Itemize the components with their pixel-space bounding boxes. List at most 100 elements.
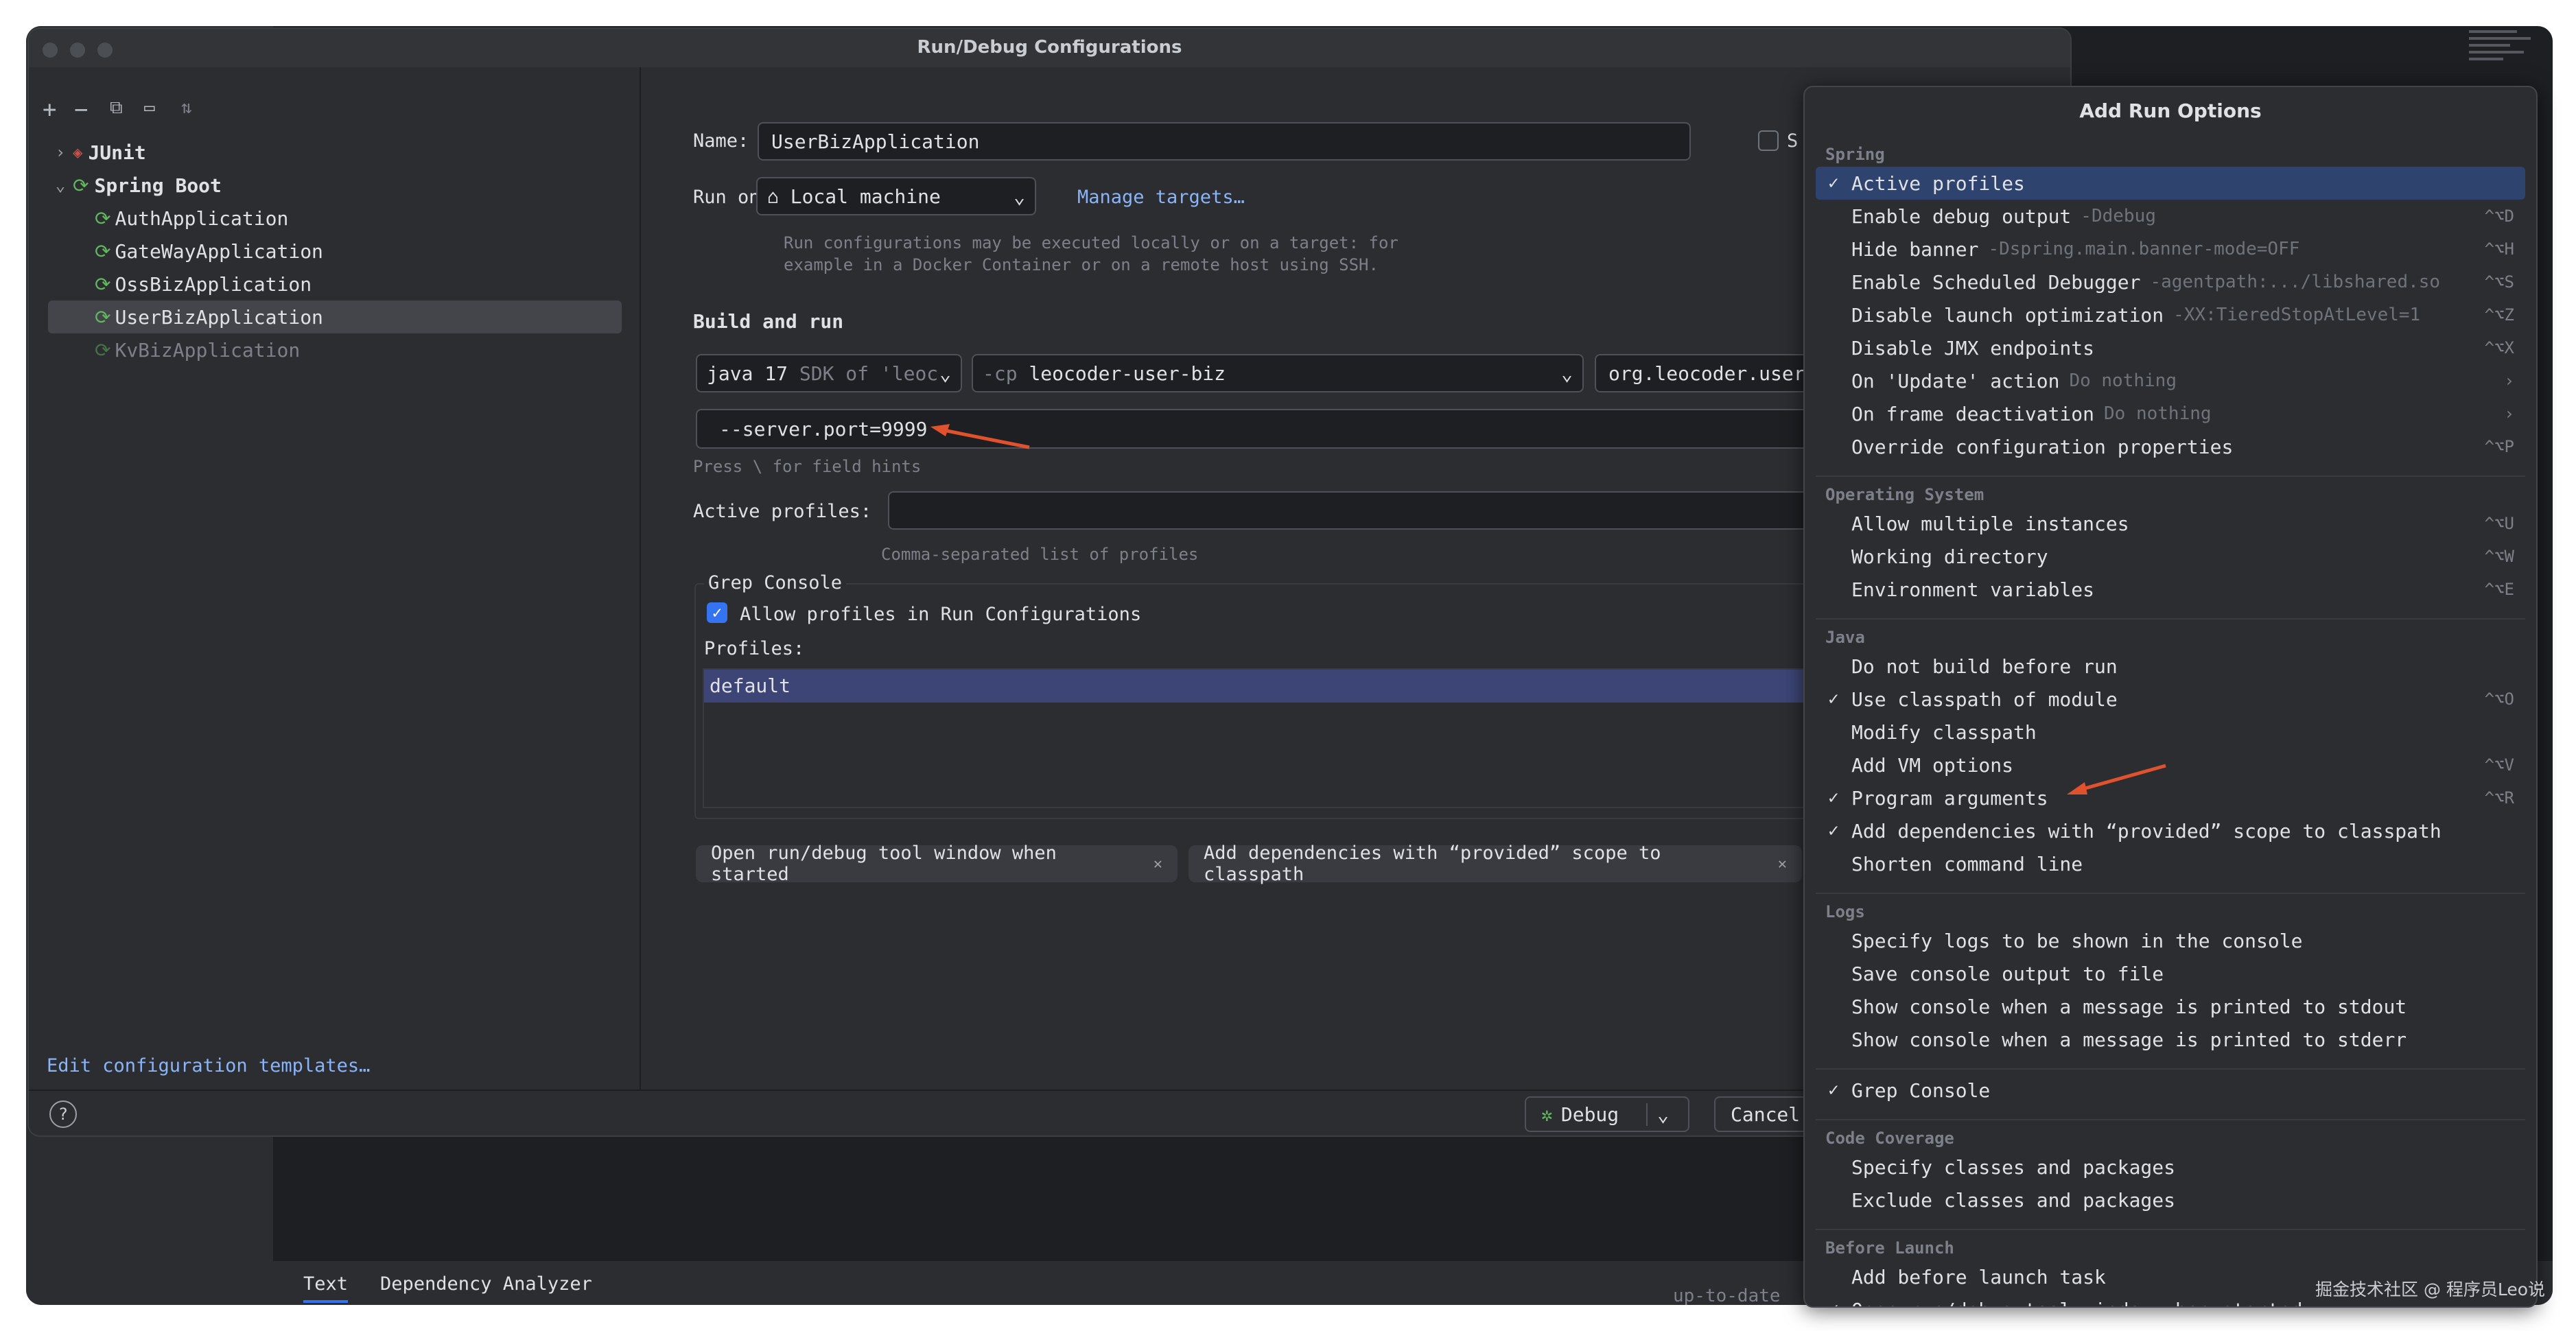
- popup-option[interactable]: Enable debug output -Ddebug ^⌥D: [1816, 200, 2525, 233]
- popup-option-label: Environment variables: [1851, 578, 2095, 601]
- popup-option[interactable]: Allow multiple instances ^⌥U: [1816, 507, 2525, 540]
- tree-item-ossbiz-application[interactable]: ⟳ OssBizApplication: [48, 268, 622, 301]
- chevron-right-icon: ›: [2504, 371, 2514, 390]
- vcs-status-text: up-to-date: [1673, 1286, 1781, 1305]
- chevron-down-icon[interactable]: ⌄: [48, 176, 73, 195]
- popup-option-label: Show console when a message is printed t…: [1851, 995, 2407, 1018]
- popup-option-label: Program arguments: [1851, 786, 2048, 810]
- allow-profiles-label: Allow profiles in Run Configurations: [740, 604, 1142, 625]
- edit-configuration-templates-link[interactable]: Edit configuration templates…: [47, 1055, 370, 1076]
- tree-group-spring-boot[interactable]: ⌄ ⟳ Spring Boot: [48, 169, 622, 202]
- chip-provided-scope[interactable]: Add dependencies with “provided” scope t…: [1189, 843, 1802, 885]
- name-input[interactable]: UserBizApplication: [758, 122, 1691, 161]
- popup-option[interactable]: Disable JMX endpoints ^⌥X: [1816, 331, 2525, 364]
- tree-group-junit[interactable]: › ◈ JUnit: [48, 136, 622, 169]
- checkmark-icon: ✓: [1828, 173, 1839, 193]
- main-class-input[interactable]: org.leocoder.user.biz: [1595, 354, 1828, 392]
- remove-icon[interactable]: −: [74, 96, 88, 123]
- popup-option[interactable]: Specify classes and packages: [1816, 1151, 2525, 1183]
- name-label: Name:: [693, 130, 749, 152]
- popup-option[interactable]: On 'Update' action Do nothing ›: [1816, 364, 2525, 397]
- popup-option[interactable]: Specify logs to be shown in the console: [1816, 924, 2525, 957]
- popup-option[interactable]: ✓ Add dependencies with “provided” scope …: [1816, 814, 2525, 847]
- popup-option[interactable]: ✓ Grep Console: [1816, 1074, 2525, 1107]
- manage-targets-link[interactable]: Manage targets…: [1077, 187, 1245, 208]
- popup-option[interactable]: ✓ Use classpath of module ^⌥O: [1816, 683, 2525, 716]
- active-profiles-hint: Comma-separated list of profiles: [881, 545, 1199, 564]
- popup-option-shortcut: ^⌥S: [2484, 272, 2514, 292]
- popup-option-label: Use classpath of module: [1851, 687, 2118, 711]
- chevron-right-icon: ›: [2504, 404, 2514, 423]
- watermark-text: 掘金技术社区 @ 程序员Leo说: [2315, 1280, 2546, 1299]
- spring-boot-icon: ⟳: [73, 174, 89, 197]
- run-debug-dialog: Run/Debug Configurations + − ⧉ ▭ ⇅ › ◈ J…: [29, 29, 2070, 1135]
- popup-option[interactable]: ✓ Program arguments ^⌥R: [1816, 781, 2525, 814]
- run-on-select[interactable]: ⌂ Local machine ⌄: [756, 177, 1036, 215]
- tab-dependency-analyzer[interactable]: Dependency Analyzer: [380, 1273, 592, 1295]
- popup-option[interactable]: Override configuration properties ^⌥P: [1816, 430, 2525, 463]
- popup-separator: [1816, 475, 2525, 477]
- popup-option[interactable]: Modify classpath: [1816, 716, 2525, 749]
- popup-option-label: Add VM options: [1851, 753, 2014, 777]
- add-icon[interactable]: +: [43, 96, 56, 123]
- sort-icon[interactable]: ⇅: [181, 97, 192, 118]
- tree-item-kvbiz-application[interactable]: ⟳ KvBizApplication: [48, 333, 622, 366]
- popup-option-detail: Do nothing: [2104, 403, 2212, 424]
- close-icon[interactable]: ✕: [1154, 856, 1162, 873]
- popup-option[interactable]: Do not build before run: [1816, 650, 2525, 683]
- popup-option-label: On 'Update' action: [1851, 369, 2060, 392]
- popup-option[interactable]: Hide banner -Dspring.main.banner-mode=OFF…: [1816, 233, 2525, 266]
- popup-option[interactable]: ✓ Active profiles: [1816, 167, 2525, 200]
- chevron-down-icon: ⌄: [1561, 362, 1573, 385]
- store-as-project-file-checkbox[interactable]: [1758, 130, 1779, 151]
- jdk-select[interactable]: java 17 SDK of 'leoc ⌄: [696, 354, 962, 392]
- popup-option-label: Grep Console: [1851, 1079, 1991, 1102]
- popup-option[interactable]: On frame deactivation Do nothing ›: [1816, 397, 2525, 430]
- popup-option[interactable]: Enable Scheduled Debugger -agentpath:.../…: [1816, 266, 2525, 298]
- popup-option-label: Save console output to file: [1851, 962, 2164, 985]
- popup-option[interactable]: Working directory ^⌥W: [1816, 540, 2525, 573]
- spring-boot-icon: ⟳: [95, 338, 111, 362]
- tree-item-auth-application[interactable]: ⟳ AuthApplication: [48, 202, 622, 235]
- tab-text[interactable]: Text: [303, 1273, 349, 1303]
- popup-option-shortcut: ^⌥O: [2484, 690, 2514, 709]
- popup-option[interactable]: Show console when a message is printed t…: [1816, 990, 2525, 1023]
- popup-option[interactable]: Exclude classes and packages: [1816, 1183, 2525, 1216]
- checkmark-icon: ✓: [1828, 821, 1839, 841]
- tree-item-gateway-application[interactable]: ⟳ GateWayApplication: [48, 235, 622, 268]
- popup-option-label: Open run/debug tool window when started: [1851, 1299, 2302, 1307]
- popup-option[interactable]: Save console output to file: [1816, 957, 2525, 990]
- popup-option-label: Add dependencies with “provided” scope t…: [1851, 819, 2442, 843]
- profiles-label: Profiles:: [704, 638, 805, 659]
- checkmark-icon: ✓: [1828, 788, 1839, 808]
- run-on-hint-line-1: Run configurations may be executed local…: [784, 233, 1398, 252]
- popup-option-label: Exclude classes and packages: [1851, 1188, 2176, 1212]
- popup-option[interactable]: Show console when a message is printed t…: [1816, 1023, 2525, 1056]
- popup-option[interactable]: Disable launch optimization -XX:TieredSto…: [1816, 298, 2525, 331]
- profiles-list-item[interactable]: default: [704, 670, 1843, 703]
- program-arguments-input[interactable]: --server.port=9999: [696, 409, 1835, 449]
- tree-item-userbiz-application[interactable]: ⟳ UserBizApplication: [48, 301, 622, 333]
- popup-option[interactable]: Environment variables ^⌥E: [1816, 573, 2525, 606]
- popup-option-shortcut: ^⌥W: [2484, 547, 2514, 566]
- checkmark-icon: ✓: [1828, 689, 1839, 709]
- copy-icon[interactable]: ⧉: [110, 97, 123, 119]
- chip-open-tool-window[interactable]: Open run/debug tool window when started ✕: [696, 843, 1178, 885]
- debug-button[interactable]: ✲ Debug ⌄: [1525, 1096, 1689, 1132]
- spring-boot-icon: ⟳: [95, 239, 111, 263]
- popup-option-label: Add before launch task: [1851, 1265, 2106, 1288]
- classpath-module-select[interactable]: -cp leocoder-user-biz ⌄: [972, 354, 1584, 392]
- build-and-run-heading: Build and run: [693, 310, 844, 333]
- active-profiles-input[interactable]: [888, 491, 1835, 530]
- folder-icon[interactable]: ▭: [144, 97, 155, 118]
- close-icon[interactable]: ✕: [1778, 856, 1787, 873]
- chevron-right-icon[interactable]: ›: [48, 143, 73, 162]
- popup-group-header: Operating System: [1825, 485, 1984, 504]
- popup-option[interactable]: Shorten command line: [1816, 847, 2525, 880]
- popup-option[interactable]: Add VM options ^⌥V: [1816, 749, 2525, 781]
- chevron-down-icon[interactable]: ⌄: [1646, 1103, 1669, 1126]
- popup-option-label: Do not build before run: [1851, 655, 2118, 678]
- allow-profiles-checkbox[interactable]: ✓: [707, 602, 727, 623]
- popup-option-label: Enable Scheduled Debugger: [1851, 270, 2141, 294]
- help-button[interactable]: ?: [49, 1100, 77, 1128]
